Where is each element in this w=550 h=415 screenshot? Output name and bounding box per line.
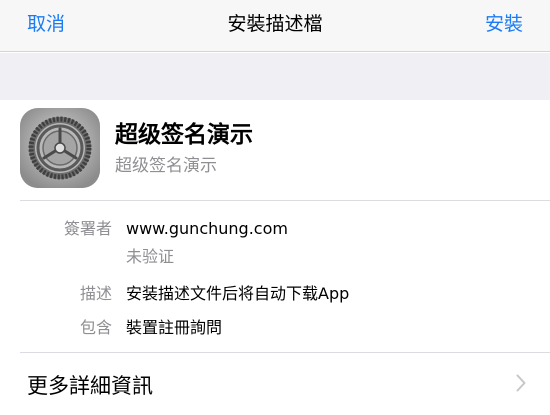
description-label: 描述: [79, 284, 112, 303]
contains-label: 包含: [79, 318, 112, 337]
signer-value: www.gunchung.com: [126, 219, 288, 238]
divider: [20, 200, 550, 201]
more-details-label: 更多詳細資訊: [27, 374, 153, 398]
description-value: 安装描述文件后将自动下载App: [126, 284, 350, 303]
chevron-right-icon: [516, 374, 526, 396]
contains-value: 裝置註冊詢問: [126, 318, 223, 337]
signer-status: 未验证: [126, 247, 175, 266]
page-title: 安裝描述檔: [227, 13, 323, 35]
section-spacer: [0, 53, 550, 100]
profile-subtitle: 超级签名演示: [115, 156, 217, 176]
navigation-bar: 取消 安裝描述檔 安裝: [0, 0, 550, 52]
profile-header: 超级签名演示 超级签名演示: [0, 100, 550, 200]
signer-label: 簽署者: [63, 219, 112, 238]
settings-gear-icon: [20, 108, 100, 188]
install-button[interactable]: 安裝: [485, 12, 523, 36]
profile-name: 超级签名演示: [115, 122, 253, 148]
more-details-row[interactable]: 更多詳細資訊: [0, 353, 550, 415]
